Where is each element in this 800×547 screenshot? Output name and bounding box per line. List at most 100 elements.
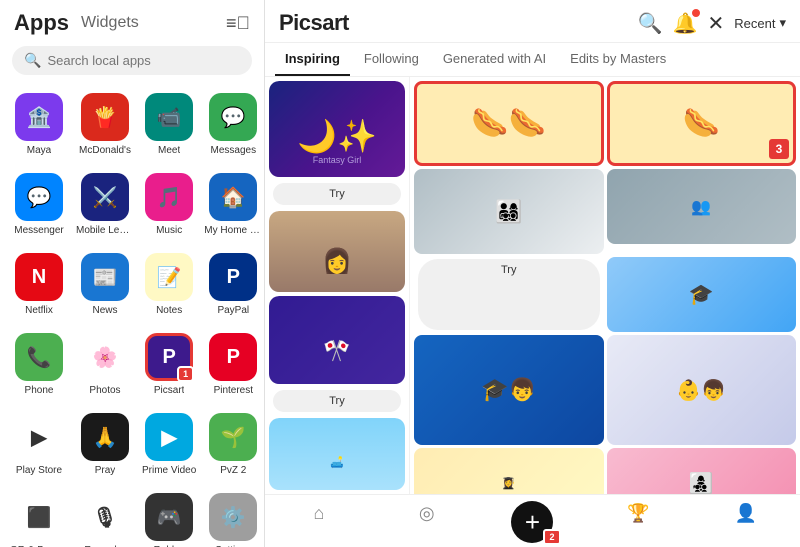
- app-item-notes[interactable]: 📝 Notes: [138, 247, 200, 323]
- app-label-myhomecredit: My Home Credit: [204, 225, 262, 237]
- app-label-phone: Phone: [25, 385, 54, 397]
- app-icon-pinterest: P: [209, 333, 257, 381]
- feed-card-couch[interactable]: 🛋️: [269, 418, 405, 490]
- apps-title: Apps: [14, 10, 69, 36]
- feed-left: 🌙✨ Fantasy Girl Try 👩 🎌 Try 🛋️: [265, 77, 410, 494]
- app-item-playstore[interactable]: ▶ Play Store: [6, 407, 72, 483]
- app-item-primevideo[interactable]: ▶ Prime Video: [138, 407, 200, 483]
- try-button-2[interactable]: Try: [273, 390, 401, 412]
- app-item-qr[interactable]: ⬛ QR & Barcode Sc...: [6, 487, 72, 547]
- app-item-recorder[interactable]: 🎙 Recorder: [72, 487, 138, 547]
- nav-profile[interactable]: 👤: [692, 501, 800, 543]
- nav-trophy[interactable]: 🏆: [584, 501, 692, 543]
- app-icon-photos: 🌸: [81, 333, 129, 381]
- tab-edits[interactable]: Edits by Masters: [560, 43, 676, 76]
- app-label-pvz: PvZ 2: [220, 465, 246, 477]
- close-icon[interactable]: ✕: [708, 11, 725, 36]
- feed-card-hotdog[interactable]: 🌭🌭: [414, 81, 604, 166]
- picsart-content: 🌙✨ Fantasy Girl Try 👩 🎌 Try 🛋️: [265, 77, 800, 494]
- app-item-meet[interactable]: 📹 Meet: [138, 87, 200, 163]
- search-nav-icon: ◎: [419, 503, 435, 524]
- recent-button[interactable]: Recent ▾: [734, 15, 786, 31]
- app-item-settings[interactable]: ⚙️ Settings: [200, 487, 264, 547]
- app-label-photos: Photos: [89, 385, 120, 397]
- recent-label: Recent: [734, 16, 775, 31]
- app-item-mcdonalds[interactable]: 🍟 McDonald's: [72, 87, 138, 163]
- app-icon-picsart: P 1: [145, 333, 193, 381]
- feed-card-teen[interactable]: 👩‍🎓: [414, 448, 604, 494]
- app-icon-messenger: 💬: [15, 173, 63, 221]
- app-icon-meet: 📹: [145, 93, 193, 141]
- app-label-music: Music: [156, 225, 182, 237]
- app-label-mobilelegends: Mobile Legends:: [76, 225, 134, 237]
- feed-right: 🌭🌭 🌭 3 👨‍👩‍👧‍👦 👥 Try 🎓 🎓👦: [410, 77, 800, 494]
- app-icon-netflix: N: [15, 253, 63, 301]
- app-item-mobilelegends[interactable]: ⚔️ Mobile Legends:: [72, 167, 138, 243]
- badge-2: 2: [543, 529, 560, 545]
- app-icon-pvz: 🌱: [209, 413, 257, 461]
- app-item-myhomecredit[interactable]: 🏠 My Home Credit: [200, 167, 264, 243]
- app-item-phone[interactable]: 📞 Phone: [6, 327, 72, 403]
- app-icon-news: 📰: [81, 253, 129, 301]
- app-icon-myhomecredit: 🏠: [209, 173, 257, 221]
- app-item-maya[interactable]: 🏦 Maya: [6, 87, 72, 163]
- app-icon-phone: 📞: [15, 333, 63, 381]
- search-icon: 🔍: [24, 52, 41, 69]
- app-item-roblox[interactable]: 🎮 Roblox: [138, 487, 200, 547]
- app-icon-playstore: ▶: [15, 413, 63, 461]
- feed-card-students[interactable]: 🎓: [607, 257, 797, 332]
- feed-card-hotdog-selected[interactable]: 🌭 3: [607, 81, 797, 166]
- feed-card-graduates[interactable]: 🎓👦: [414, 335, 604, 445]
- app-icon-recorder: 🎙: [81, 493, 129, 541]
- notification-icon[interactable]: 🔔: [673, 11, 698, 36]
- app-item-pinterest[interactable]: P Pinterest: [200, 327, 264, 403]
- app-icon-roblox: 🎮: [145, 493, 193, 541]
- app-item-messenger[interactable]: 💬 Messenger: [6, 167, 72, 243]
- feed-card-fantasy[interactable]: 🌙✨ Fantasy Girl: [269, 81, 405, 177]
- search-input[interactable]: [47, 53, 240, 68]
- picsart-bottom-nav: ⌂ ◎ + 2 🏆 👤: [265, 494, 800, 547]
- nav-search[interactable]: ◎: [373, 501, 481, 543]
- drawer-header: Apps Widgets ≡⃝: [0, 0, 264, 42]
- app-item-paypal[interactable]: P PayPal: [200, 247, 264, 323]
- feed-card-family[interactable]: 👨‍👩‍👧‍👦: [414, 169, 604, 254]
- apps-grid: 🏦 Maya 🍟 McDonald's 📹 Meet 💬 Messages: [0, 83, 264, 547]
- search-icon[interactable]: 🔍: [638, 11, 663, 36]
- app-item-pray[interactable]: 🙏 Pray: [72, 407, 138, 483]
- try-button-right[interactable]: Try: [418, 259, 600, 330]
- app-label-picsart: Picsart: [154, 385, 185, 397]
- nav-home[interactable]: ⌂: [265, 501, 373, 543]
- feed-card-blur[interactable]: 👥: [607, 169, 797, 244]
- menu-icon[interactable]: ≡⃝: [226, 13, 250, 34]
- app-label-mcdonalds: McDonald's: [79, 145, 131, 157]
- tab-following[interactable]: Following: [354, 43, 429, 76]
- try-button-1[interactable]: Try: [273, 183, 401, 205]
- app-label-playstore: Play Store: [16, 465, 62, 477]
- search-bar[interactable]: 🔍: [12, 46, 252, 75]
- picsart-app: Picsart 🔍 🔔 ✕ Recent ▾ InspiringFollowin…: [265, 0, 800, 547]
- home-icon: ⌂: [313, 503, 324, 524]
- app-icon-settings: ⚙️: [209, 493, 257, 541]
- tab-generated[interactable]: Generated with AI: [433, 43, 556, 76]
- feed-card-group[interactable]: 👩‍👧‍👦: [607, 448, 797, 494]
- app-item-music[interactable]: 🎵 Music: [138, 167, 200, 243]
- app-item-photos[interactable]: 🌸 Photos: [72, 327, 138, 403]
- app-item-news[interactable]: 📰 News: [72, 247, 138, 323]
- app-item-netflix[interactable]: N Netflix: [6, 247, 72, 323]
- tab-inspiring[interactable]: Inspiring: [275, 43, 350, 76]
- app-item-pvz[interactable]: 🌱 PvZ 2: [200, 407, 264, 483]
- feed-card-anime[interactable]: 🎌: [269, 296, 405, 384]
- feed-card-kids[interactable]: 👶👦: [607, 335, 797, 445]
- app-icon-qr: ⬛: [15, 493, 63, 541]
- app-item-picsart[interactable]: P 1 Picsart: [138, 327, 200, 403]
- widgets-tab[interactable]: Widgets: [81, 14, 139, 32]
- app-label-messenger: Messenger: [14, 225, 63, 237]
- app-icon-paypal: P: [209, 253, 257, 301]
- notif-dot: [692, 9, 700, 17]
- app-item-messages[interactable]: 💬 Messages: [200, 87, 264, 163]
- app-label-primevideo: Prime Video: [142, 465, 196, 477]
- chevron-down-icon: ▾: [779, 15, 786, 31]
- feed-card-girl[interactable]: 👩: [269, 211, 405, 291]
- app-label-pinterest: Pinterest: [214, 385, 253, 397]
- picsart-logo: Picsart: [279, 10, 628, 36]
